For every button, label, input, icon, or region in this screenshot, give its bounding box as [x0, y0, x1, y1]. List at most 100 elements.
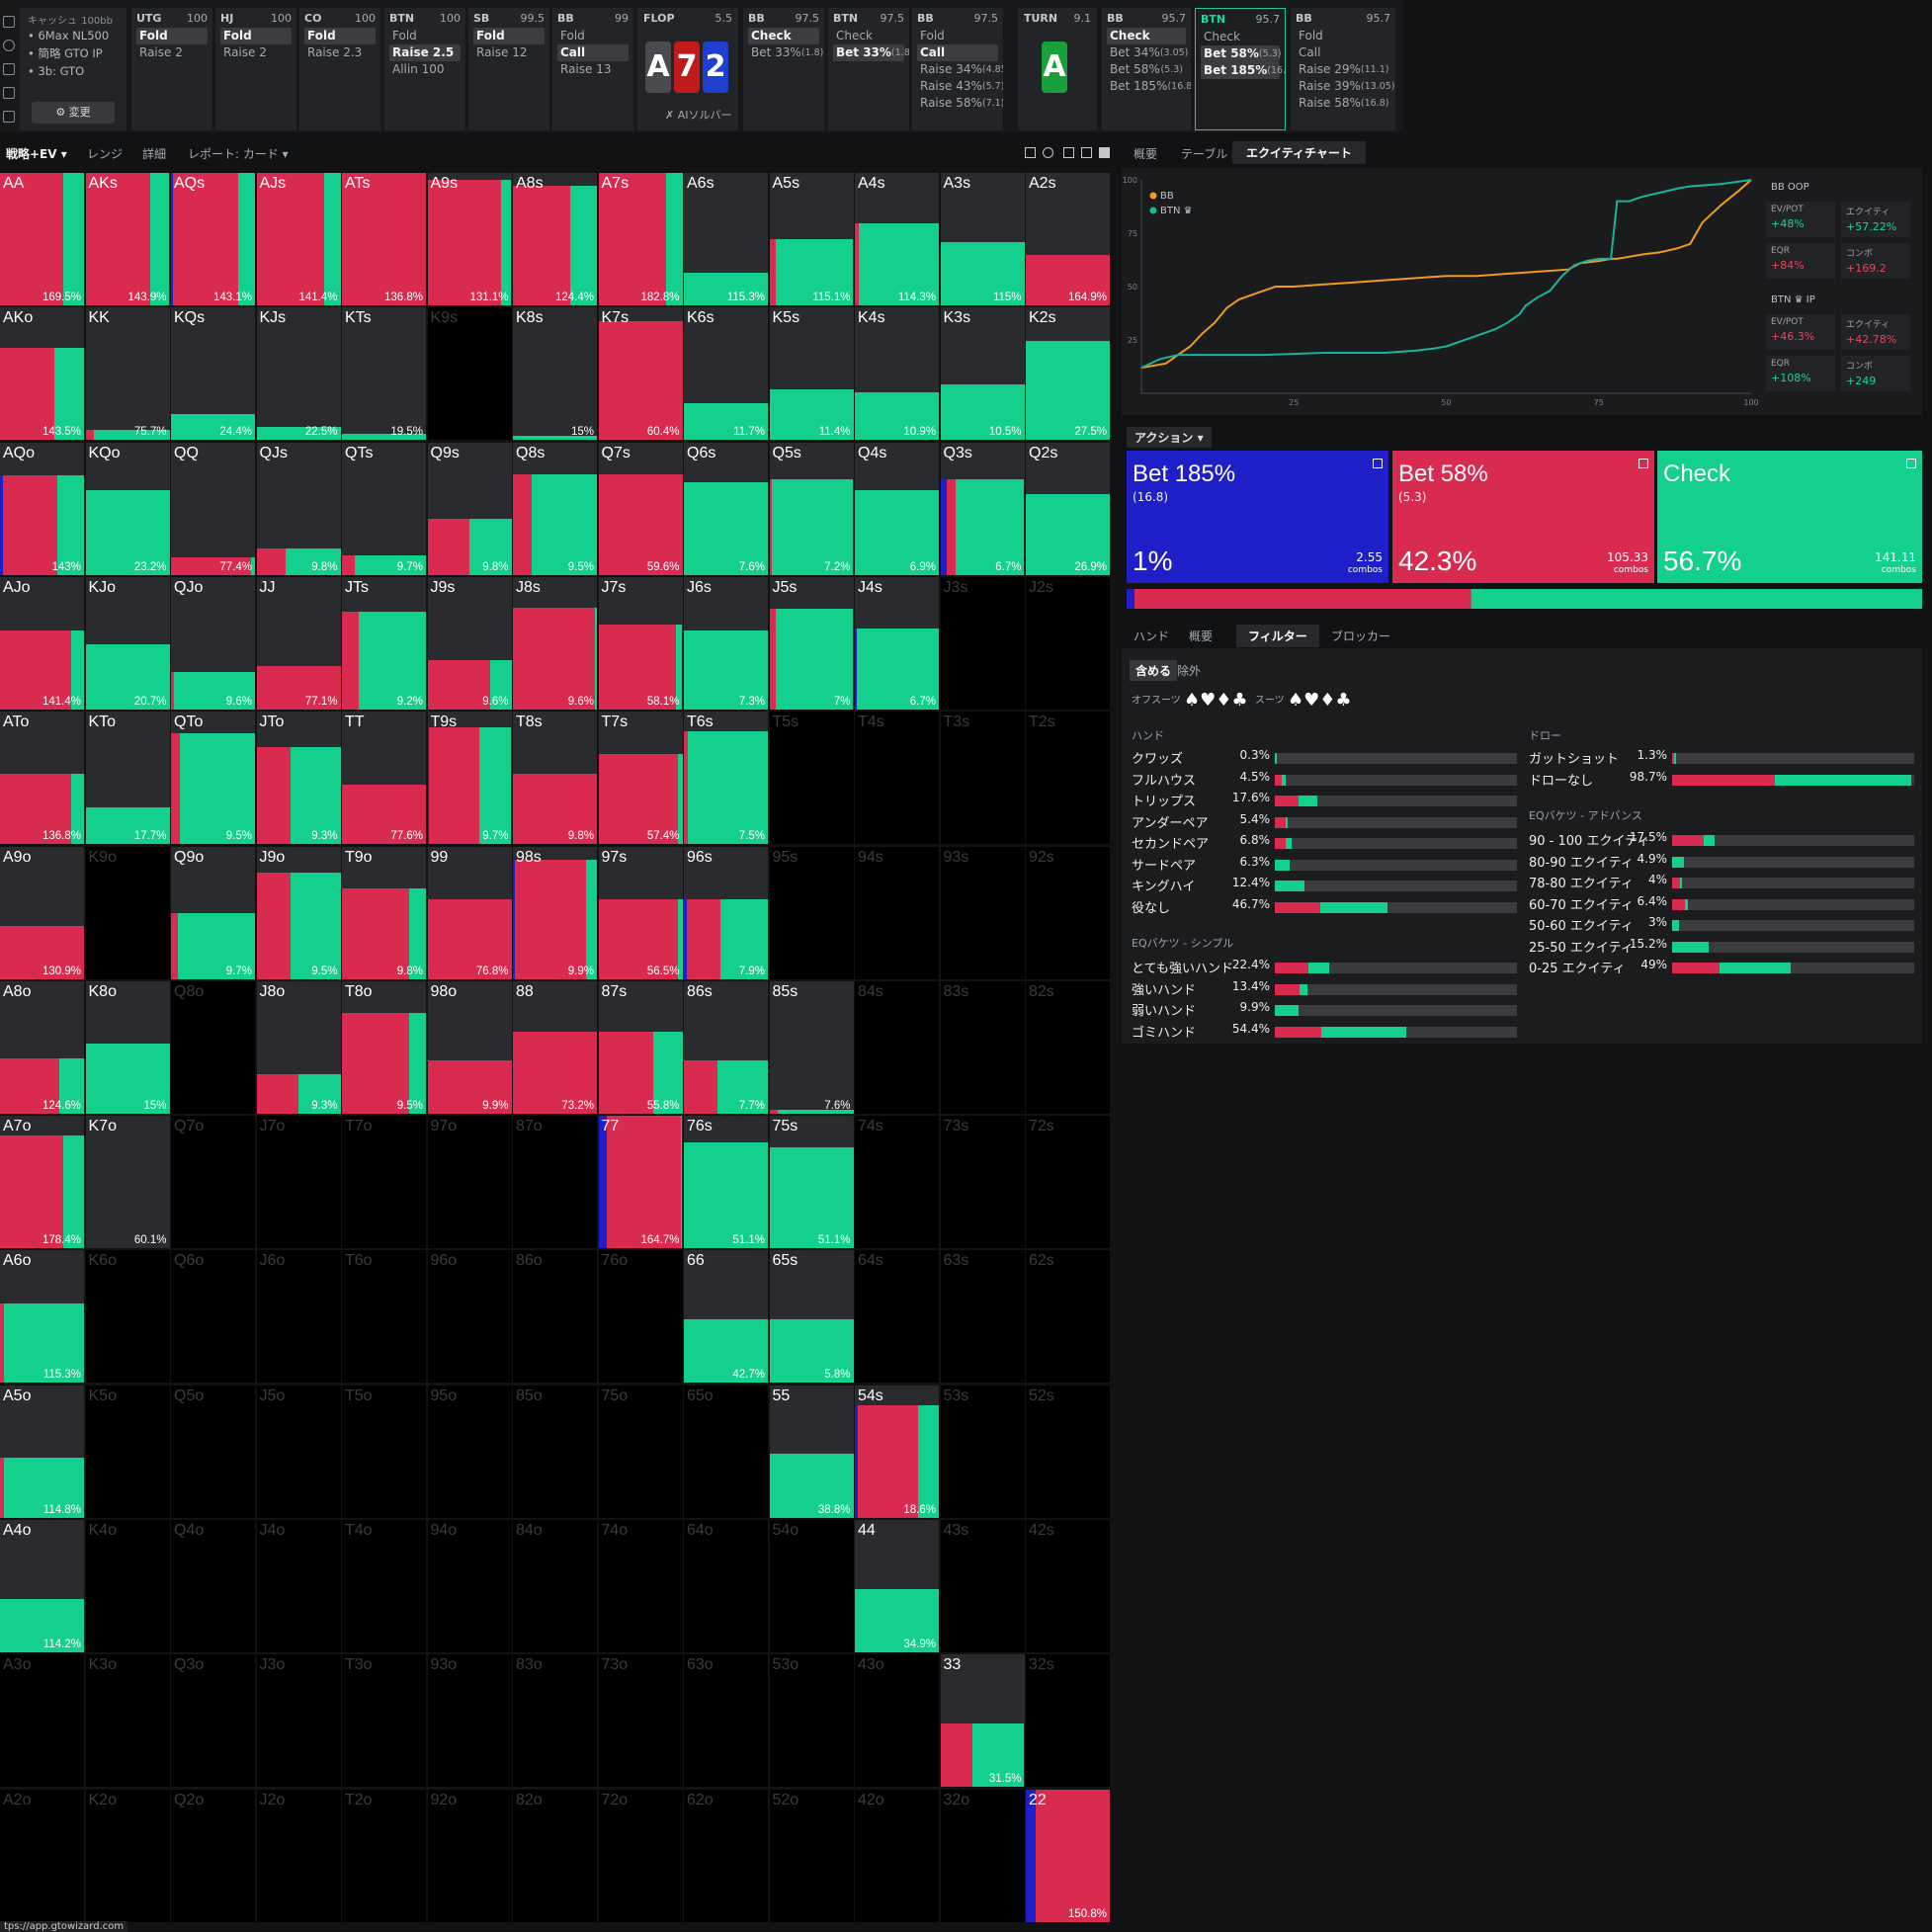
square-view-icon[interactable] [1099, 147, 1110, 158]
hand-cell[interactable]: T6s 7.5% [684, 712, 768, 845]
hand-cell[interactable]: 87s 55.8% [598, 980, 683, 1114]
hand-cell[interactable]: A5o 114.8% [0, 1385, 84, 1518]
hand-cell[interactable]: A7s 182.8% [598, 173, 683, 305]
hand-cell[interactable]: KK 75.7% [85, 307, 170, 441]
action-option[interactable]: Raise 13 [557, 61, 629, 78]
hand-cell[interactable]: 98s 9.9% [513, 846, 597, 979]
action-option[interactable]: Fold [557, 28, 629, 44]
action-option[interactable]: Raise 58% (7.1) [917, 95, 1003, 112]
action-option[interactable]: Fold [917, 28, 998, 44]
filter-row[interactable]: 80-90 エクイティ 4.9% [1519, 851, 1914, 871]
hand-cell[interactable]: A2s 164.9% [1026, 173, 1110, 305]
hand-cell[interactable]: K7s 60.4% [598, 307, 683, 441]
filter-row[interactable]: 78-80 エクイティ 4% [1519, 872, 1914, 891]
hand-cell[interactable]: KTs 19.5% [342, 307, 426, 441]
tab-overview[interactable]: 概要 [1134, 145, 1157, 162]
hand-cell[interactable]: 75o [598, 1385, 683, 1518]
hand-cell[interactable]: T6o [342, 1250, 426, 1384]
action-box-bb[interactable]: BB 97.5 Check Bet 33% (1.8) [743, 8, 824, 130]
action-option[interactable]: Check [833, 28, 904, 44]
action-option[interactable]: Allin 100 [389, 61, 461, 78]
hand-cell[interactable]: 96o [427, 1250, 512, 1384]
change-button[interactable]: ⚙ 変更 [32, 102, 115, 124]
filter-row[interactable]: サードペア 6.3% [1122, 854, 1517, 874]
hand-cell[interactable]: J4o [256, 1520, 341, 1652]
hand-cell[interactable]: 82o [513, 1789, 597, 1922]
hand-cell[interactable]: 94s [855, 846, 939, 979]
hand-cell[interactable]: AQo 143% [0, 442, 84, 575]
hand-cell[interactable]: 84s [855, 980, 939, 1114]
hand-cell[interactable]: A4o 114.2% [0, 1520, 84, 1652]
hand-cell[interactable]: 92s [1026, 846, 1110, 979]
hand-cell[interactable]: 77 164.7% [598, 1116, 683, 1249]
hand-cell[interactable]: J8s 9.6% [513, 576, 597, 710]
hand-cell[interactable]: 55 38.8% [769, 1385, 854, 1518]
hand-cell[interactable]: 86s 7.7% [684, 980, 768, 1114]
hand-cell[interactable]: T2o [342, 1789, 426, 1922]
hand-cell[interactable]: A2o [0, 1789, 84, 1922]
hand-cell[interactable]: 63o [684, 1654, 768, 1788]
percent-view-icon[interactable] [1025, 147, 1036, 158]
action-option[interactable]: Raise 39% (13.05) [1296, 78, 1395, 95]
hand-cell[interactable]: A6o 115.3% [0, 1250, 84, 1384]
action-box-hj[interactable]: HJ 100 Fold Raise 2 [215, 8, 296, 130]
filter-row[interactable]: セカンドペア 6.8% [1122, 832, 1517, 852]
hand-cell[interactable]: T3s [940, 712, 1025, 845]
hand-cell[interactable]: AQs 143.1% [171, 173, 255, 305]
hand-cell[interactable]: Q2s 26.9% [1026, 442, 1110, 575]
filter-row[interactable]: フルハウス 4.5% [1122, 769, 1517, 789]
hand-cell[interactable]: 94o [427, 1520, 512, 1652]
hand-cell[interactable]: J3s [940, 576, 1025, 710]
copy-icon[interactable] [1906, 459, 1916, 468]
hand-cell[interactable]: J9s 9.6% [427, 576, 512, 710]
action-box-btn[interactable]: BTN 100 Fold Raise 2.5 Allin 100 [384, 8, 465, 130]
hand-cell[interactable]: A8s 124.4% [513, 173, 597, 305]
hand-cell[interactable]: JTo 9.3% [256, 712, 341, 845]
hand-cell[interactable]: 32o [940, 1789, 1025, 1922]
hand-cell[interactable]: 74o [598, 1520, 683, 1652]
ai-solver-link[interactable]: ✗ AIソルバー [665, 107, 731, 123]
hand-cell[interactable]: A3o [0, 1654, 84, 1788]
hand-cell[interactable]: J6o [256, 1250, 341, 1384]
action-box-btn[interactable]: BTN95.7 CheckBet 58%(5.3)Bet 185%(16.8) [1195, 8, 1286, 130]
action-option[interactable]: Raise 2 [136, 44, 208, 61]
hand-cell[interactable]: K5o [85, 1385, 170, 1518]
filter-row[interactable]: 25-50 エクイティ 15.2% [1519, 936, 1914, 956]
action-option[interactable]: Raise 29% (11.1) [1296, 61, 1390, 78]
filter-row[interactable]: ドローなし 98.7% [1519, 769, 1914, 789]
hand-cell[interactable]: 44 34.9% [855, 1520, 939, 1652]
action-option[interactable]: Bet 185%(16.8) [1107, 78, 1191, 95]
hand-cell[interactable]: T4s [855, 712, 939, 845]
action-option[interactable]: Check [748, 28, 819, 44]
filter-row[interactable]: 強いハンド 13.4% [1122, 978, 1517, 998]
hand-cell[interactable]: QJs 9.8% [256, 442, 341, 575]
hand-cell[interactable]: K4s 10.9% [855, 307, 939, 441]
hand-cell[interactable]: A7o 178.4% [0, 1116, 84, 1249]
tab-blockers[interactable]: ブロッカー [1331, 628, 1390, 644]
hand-cell[interactable]: KJs 22.5% [256, 307, 341, 441]
hand-cell[interactable]: K6o [85, 1250, 170, 1384]
action-option[interactable]: Raise 2 [220, 44, 292, 61]
action-box-utg[interactable]: UTG 100 Fold Raise 2 [131, 8, 212, 130]
hand-cell[interactable]: Q9o 9.7% [171, 846, 255, 979]
hand-cell[interactable]: QTs 9.7% [342, 442, 426, 575]
filter-row[interactable]: 60-70 エクイティ 6.4% [1519, 893, 1914, 913]
hand-cell[interactable]: K5s 11.4% [769, 307, 854, 441]
save-icon[interactable] [3, 63, 15, 75]
action-block-bet-58-[interactable]: Bet 58% (5.3) 42.3% 105.33 combos [1392, 451, 1654, 583]
hand-cell[interactable]: T9o 9.8% [342, 846, 426, 979]
action-option[interactable]: Raise 2.5 [389, 44, 461, 61]
hand-cell[interactable]: 99 76.8% [427, 846, 512, 979]
tab-table[interactable]: テーブル [1181, 145, 1227, 162]
hand-cell[interactable]: KTo 17.7% [85, 712, 170, 845]
hand-cell[interactable]: 62o [684, 1789, 768, 1922]
hand-cell[interactable]: T5s [769, 712, 854, 845]
hand-cell[interactable]: QJo 9.6% [171, 576, 255, 710]
action-option[interactable]: Raise 34%(4.85) [917, 61, 1003, 78]
hand-cell[interactable]: 86o [513, 1250, 597, 1384]
filter-row[interactable]: キングハイ 12.4% [1122, 875, 1517, 894]
hand-cell[interactable]: 92o [427, 1789, 512, 1922]
hand-cell[interactable]: 83o [513, 1654, 597, 1788]
hand-cell[interactable]: Q2o [171, 1789, 255, 1922]
hand-cell[interactable]: 93s [940, 846, 1025, 979]
